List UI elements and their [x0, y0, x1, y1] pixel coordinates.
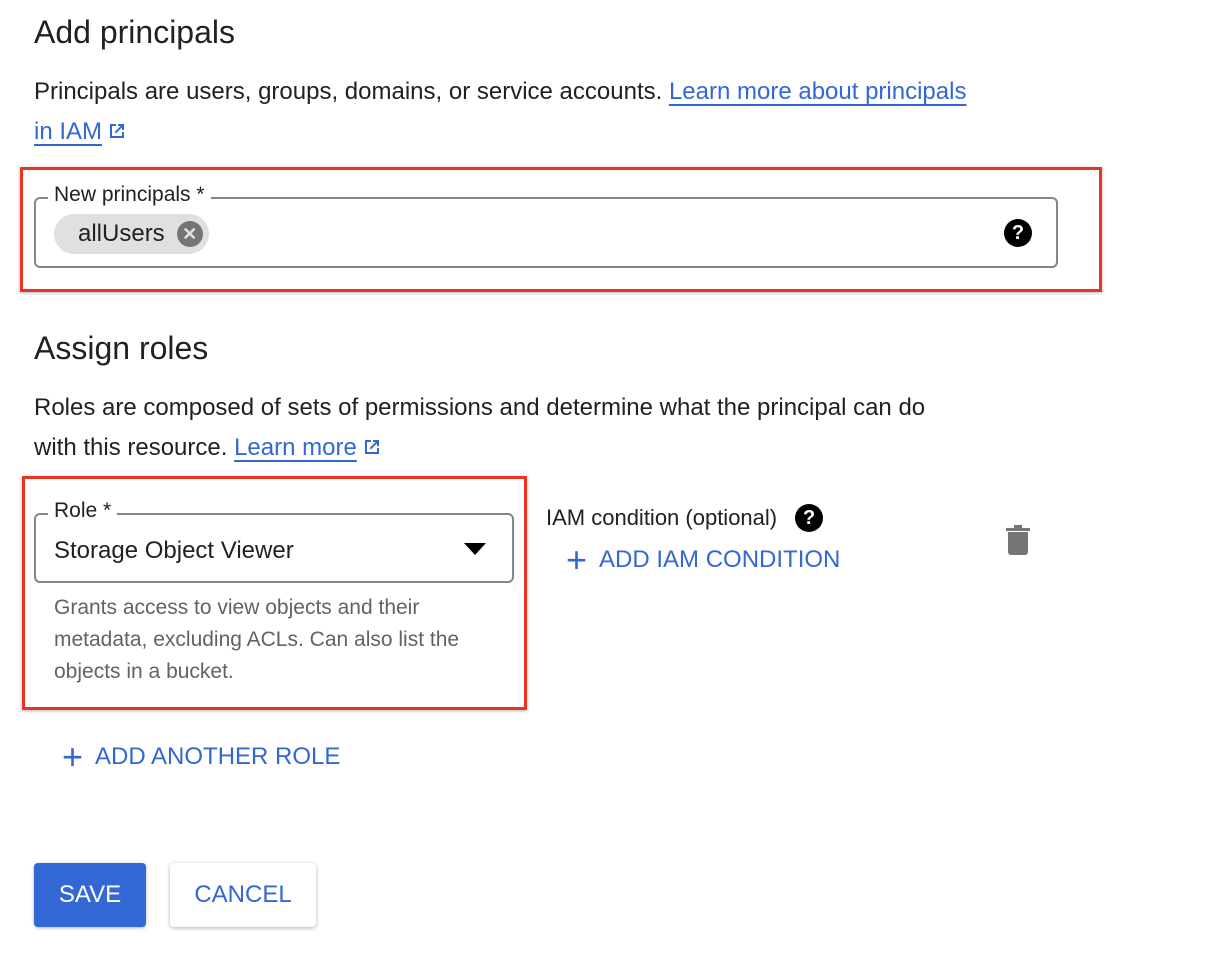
delete-icon[interactable]	[1006, 525, 1030, 555]
role-hint: Grants access to view objects and their …	[54, 596, 460, 683]
role-label: Role *	[48, 499, 118, 523]
learn-more-roles-link[interactable]: Learn more	[234, 434, 357, 461]
principals-description: Principals are users, groups, domains, o…	[34, 72, 1054, 152]
role-select[interactable]: Role * Storage Object Viewer	[34, 499, 514, 583]
plus-icon: +	[566, 539, 588, 580]
help-icon[interactable]: ?	[1004, 219, 1032, 247]
principal-chip: allUsers ✕	[54, 214, 209, 254]
dropdown-arrow-icon	[464, 543, 486, 555]
add-iam-condition-button[interactable]: + ADD IAM CONDITION	[566, 542, 840, 578]
roles-description-line2: with this resource.	[34, 434, 228, 461]
roles-description-line1: Roles are composed of sets of permission…	[34, 394, 926, 421]
roles-description: Roles are composed of sets of permission…	[34, 388, 1054, 468]
help-icon[interactable]: ?	[795, 504, 824, 532]
learn-more-principals-link-cont[interactable]: in IAM	[34, 118, 102, 145]
principals-description-text: Principals are users, groups, domains, o…	[34, 78, 663, 105]
add-another-role-button[interactable]: + ADD ANOTHER ROLE	[62, 739, 340, 775]
cancel-button[interactable]: CANCEL	[170, 863, 316, 927]
role-value: Storage Object Viewer	[54, 537, 294, 564]
iam-condition-header: IAM condition (optional) ?	[546, 504, 824, 532]
new-principals-input[interactable]: New principals * allUsers ✕ ?	[34, 183, 1058, 268]
plus-icon: +	[62, 736, 84, 777]
add-principals-title: Add principals	[34, 14, 235, 50]
iam-condition-label: IAM condition (optional)	[546, 505, 778, 530]
external-link-icon	[110, 124, 125, 138]
assign-roles-title: Assign roles	[34, 330, 209, 366]
save-button[interactable]: SAVE	[34, 863, 146, 927]
learn-more-principals-link[interactable]: Learn more about principals	[669, 78, 967, 105]
chip-label: allUsers	[78, 220, 165, 247]
remove-chip-icon[interactable]: ✕	[176, 221, 203, 247]
new-principals-label: New principals *	[48, 183, 211, 207]
external-link-icon	[364, 440, 379, 454]
